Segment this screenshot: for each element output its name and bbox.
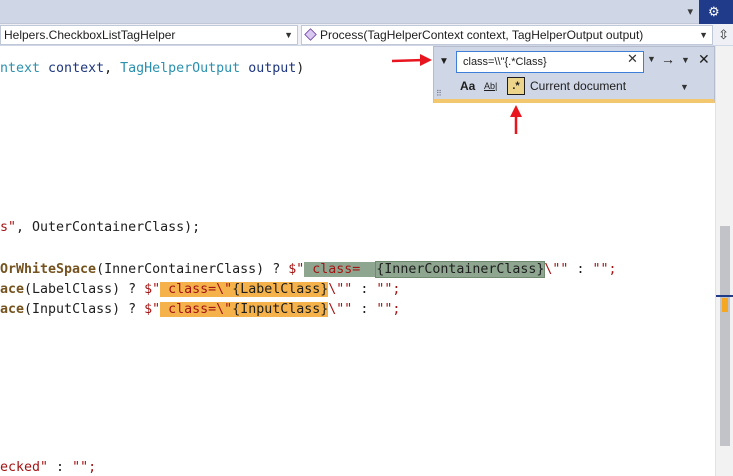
split-editor-icon[interactable]: ⇳ [718,27,729,43]
find-input-value: class=\\"{.*Class} [463,56,547,68]
class-combo[interactable]: Helpers.CheckboxListTagHelper ▼ [0,25,298,45]
annotation-arrow-right [391,54,432,66]
code-token: TagHelperOutput [120,61,241,76]
code-token: (InputClass) ? [24,302,145,317]
resize-grip-icon[interactable]: ⠿ [436,89,442,98]
code-token: output [248,61,297,76]
code-line: ecked" : ""; [0,458,96,476]
code-token: OrWhiteSpace [0,262,97,277]
find-options-dropdown-icon[interactable]: ▼ [681,55,690,65]
code-editor[interactable]: ntext context, TagHelperOutput output) s… [0,46,715,476]
match-highlight: {InputClass} [232,302,329,317]
vertical-scrollbar[interactable] [715,46,733,476]
chevron-down-icon: ▼ [284,30,293,40]
code-token: $" [288,262,305,277]
use-regex-button[interactable]: .* [507,77,525,95]
code-token: : [48,460,73,475]
code-token: $" [144,302,161,317]
match-highlight: class=\" [160,282,233,297]
code-token: $" [144,282,161,297]
match-highlight: {LabelClass} [232,282,329,297]
search-history-dropdown-icon[interactable]: ▼ [647,54,656,64]
tab-strip-accent: ⚙ [699,0,733,24]
code-token: ace [0,282,25,297]
code-token: : [568,262,593,277]
class-combo-value: Helpers.CheckboxListTagHelper [4,28,176,42]
code-token: ntext [0,61,49,76]
code-token: s" [0,220,17,235]
tab-strip: ▾ ⚙ [0,0,733,24]
scrollbar-thumb[interactable] [720,226,730,446]
code-line: ace(LabelClass) ? $" class=\"{LabelClass… [0,280,400,300]
code-token: : [352,282,377,297]
code-line: OrWhiteSpace(InnerContainerClass) ? $" c… [0,260,617,280]
code-token: ""; [376,302,401,317]
clear-search-icon[interactable]: ✕ [627,51,638,67]
code-token: , OuterContainerClass); [16,220,201,235]
code-token: : [352,302,377,317]
find-input[interactable]: class=\\"{.*Class} [456,51,644,73]
code-line: s", OuterContainerClass); [0,218,200,238]
chevron-down-icon: ▼ [699,30,708,40]
match-highlight: class=\" [160,302,233,317]
search-scope-select[interactable]: Current document [530,79,626,93]
match-whole-word-button[interactable]: Ab| [484,79,498,93]
code-token: context [48,61,105,76]
match-case-button[interactable]: Aa [460,79,475,93]
code-token: , [104,61,121,76]
find-panel: ▼ class=\\"{.*Class} ✕ ▼ → ▼ ✕ ⠿ Aa Ab| … [433,46,715,103]
caret-position-marker [716,295,733,297]
tab-list-dropdown-icon[interactable]: ▾ [687,5,693,18]
find-next-icon[interactable]: → [661,51,675,67]
code-line: ntext context, TagHelperOutput output) [0,59,304,79]
current-match-highlight: {InnerContainerClass} [375,261,546,278]
annotation-arrow-up [510,105,522,134]
code-token: \"" [544,262,569,277]
code-token: (InnerContainerClass) ? [96,262,289,277]
chevron-down-icon[interactable]: ▼ [680,82,689,92]
navigation-bar: Helpers.CheckboxListTagHelper ▼ Process(… [0,24,733,46]
code-token: \"" [328,282,353,297]
toggle-replace-icon[interactable]: ▼ [439,56,449,67]
code-token: ) [296,61,305,76]
member-combo-value: Process(TagHelperContext context, TagHel… [320,28,644,42]
member-combo[interactable]: Process(TagHelperContext context, TagHel… [301,25,713,45]
code-token: (LabelClass) ? [24,282,145,297]
match-marker [722,298,728,312]
method-cube-icon [304,28,317,41]
close-icon[interactable]: ✕ [698,51,710,68]
gear-icon[interactable]: ⚙ [708,4,720,20]
code-line: ace(InputClass) ? $" class=\"{InputClass… [0,300,400,320]
code-token: \"" [328,302,353,317]
code-token: ecked" [0,460,49,475]
code-token: ""; [592,262,617,277]
code-token: ace [0,302,25,317]
code-token: ""; [376,282,401,297]
current-match-highlight: class= [304,262,377,277]
code-token: ""; [72,460,97,475]
